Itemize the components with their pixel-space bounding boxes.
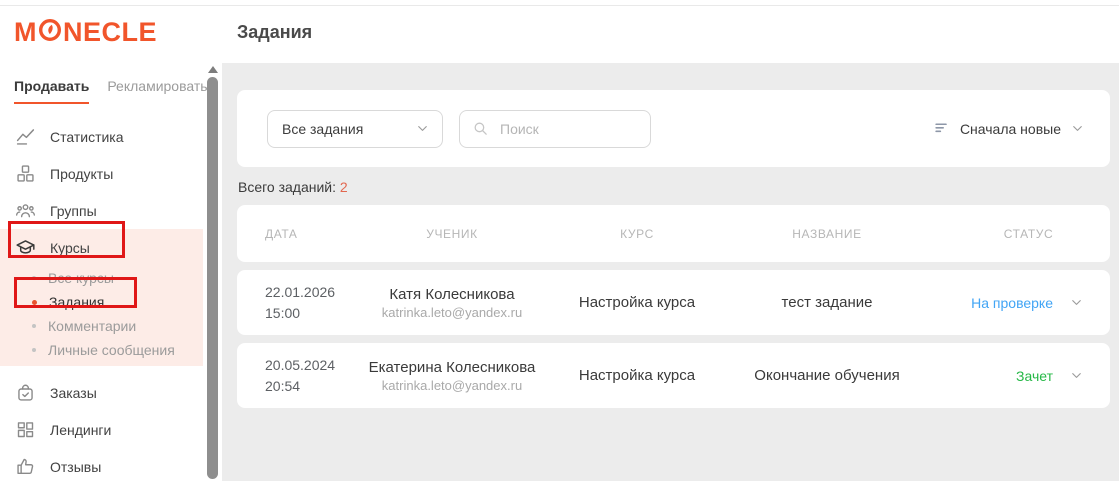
scrollbar-thumb[interactable] bbox=[207, 77, 218, 479]
cell-course: Настройка курса bbox=[537, 294, 737, 311]
cell-student: Екатерина Колесникова katrinka.leto@yand… bbox=[367, 359, 537, 393]
logo-text-right: NECLE bbox=[63, 19, 157, 46]
logo-text-left: M bbox=[14, 19, 37, 46]
column-header-course: КУРС bbox=[537, 227, 737, 241]
column-header-status: СТАТУС bbox=[917, 227, 1110, 241]
search-box bbox=[459, 110, 651, 148]
task-type-dropdown[interactable]: Все задания bbox=[267, 110, 443, 148]
leaf-circle-icon bbox=[37, 18, 63, 47]
subitem-label: Задания bbox=[49, 294, 104, 310]
table-header-row: ДАТА УЧЕНИК КУРС НАЗВАНИЕ СТАТУС bbox=[237, 205, 1110, 262]
products-cubes-icon bbox=[15, 163, 36, 184]
sort-lines-icon bbox=[934, 120, 951, 137]
column-header-date: ДАТА bbox=[237, 227, 367, 241]
student-name: Екатерина Колесникова bbox=[367, 359, 537, 376]
chevron-down-icon bbox=[1070, 121, 1085, 136]
sidebar-item-label: Отзывы bbox=[50, 459, 101, 475]
tab-advertise[interactable]: Рекламировать bbox=[107, 78, 207, 104]
tab-sell[interactable]: Продавать bbox=[14, 78, 89, 104]
order-bag-check-icon bbox=[15, 382, 36, 403]
thumbs-up-icon bbox=[15, 456, 36, 477]
sidebar-item-label: Заказы bbox=[50, 385, 97, 401]
sidebar-item-courses[interactable]: Курсы bbox=[0, 229, 203, 266]
sidebar-item-label: Статистика bbox=[50, 129, 124, 145]
column-header-title: НАЗВАНИЕ bbox=[737, 227, 917, 241]
sidebar-item-products[interactable]: Продукты bbox=[0, 155, 203, 192]
table-row[interactable]: 22.01.2026 15:00 Катя Колесникова katrin… bbox=[237, 270, 1110, 335]
sort-dropdown[interactable]: Сначала новые bbox=[934, 120, 1085, 137]
cell-course: Настройка курса bbox=[537, 367, 737, 384]
student-name: Катя Колесникова bbox=[367, 286, 537, 303]
sidebar-item-label: Лендинги bbox=[50, 422, 111, 438]
cell-title: тест задание bbox=[737, 294, 917, 311]
student-email: katrinka.leto@yandex.ru bbox=[367, 305, 537, 320]
people-group-icon bbox=[15, 200, 36, 221]
sidebar-subitem-tasks[interactable]: Задания bbox=[0, 290, 203, 314]
bullet-icon bbox=[32, 348, 36, 352]
tasks-total: Всего заданий: 2 bbox=[238, 179, 1110, 195]
date-value: 22.01.2026 bbox=[265, 282, 367, 302]
subitem-label: Комментарии bbox=[48, 318, 136, 334]
search-icon bbox=[472, 120, 489, 137]
time-value: 20:54 bbox=[265, 376, 367, 396]
subitem-label: Личные сообщения bbox=[48, 342, 175, 358]
sidebar-item-orders[interactable]: Заказы bbox=[0, 374, 203, 411]
chevron-down-icon bbox=[415, 121, 430, 136]
sidebar-item-statistics[interactable]: Статистика bbox=[0, 118, 203, 155]
chevron-down-icon[interactable] bbox=[1069, 295, 1084, 310]
sidebar-item-label: Продукты bbox=[50, 166, 113, 182]
search-input[interactable] bbox=[498, 120, 638, 138]
page-title: Задания bbox=[222, 6, 1119, 43]
content-area: Все задания Сначала новые Всего заданий:… bbox=[222, 63, 1119, 481]
cell-student: Катя Колесникова katrinka.leto@yandex.ru bbox=[367, 286, 537, 320]
chevron-down-icon[interactable] bbox=[1069, 368, 1084, 383]
status-dropdown[interactable]: Зачет bbox=[917, 368, 1110, 384]
time-value: 15:00 bbox=[265, 303, 367, 323]
task-type-value: Все задания bbox=[282, 121, 363, 137]
sidebar-item-landings[interactable]: Лендинги bbox=[0, 411, 203, 448]
sidebar-item-groups[interactable]: Группы bbox=[0, 192, 203, 229]
student-email: katrinka.leto@yandex.ru bbox=[367, 378, 537, 393]
main-area: Задания Все задания Сначала новые Всего … bbox=[222, 6, 1119, 481]
sidebar-mode-tabs: Продавать Рекламировать bbox=[14, 78, 208, 104]
sidebar-subitem-all-courses[interactable]: Все курсы bbox=[0, 266, 203, 290]
sidebar-item-label: Курсы bbox=[50, 240, 90, 256]
cell-date: 22.01.2026 15:00 bbox=[237, 282, 367, 323]
sidebar-nav: Статистика Продукты Группы Курсы Все кур… bbox=[0, 118, 203, 485]
tasks-total-count: 2 bbox=[340, 179, 348, 195]
sidebar-scrollbar[interactable] bbox=[205, 65, 220, 481]
status-value[interactable]: На проверке bbox=[971, 295, 1053, 311]
brand-logo[interactable]: M NECLE bbox=[14, 18, 157, 47]
date-value: 20.05.2024 bbox=[265, 355, 367, 375]
cell-title: Окончание обучения bbox=[737, 367, 917, 384]
tasks-total-label: Всего заданий: bbox=[238, 179, 336, 195]
column-header-student: УЧЕНИК bbox=[367, 227, 537, 241]
bullet-icon bbox=[32, 324, 36, 328]
courses-section: Курсы Все курсы Задания Комментарии Личн… bbox=[0, 229, 203, 366]
bullet-icon bbox=[32, 300, 37, 305]
status-value[interactable]: Зачет bbox=[1016, 368, 1053, 384]
filter-bar: Все задания Сначала новые bbox=[237, 90, 1110, 167]
scroll-up-arrow-icon[interactable] bbox=[208, 66, 218, 73]
layout-blocks-icon bbox=[15, 419, 36, 440]
sidebar-subitem-comments[interactable]: Комментарии bbox=[0, 314, 203, 338]
sidebar: M NECLE Продавать Рекламировать Статисти… bbox=[0, 6, 222, 481]
sidebar-item-reviews[interactable]: Отзывы bbox=[0, 448, 203, 485]
subitem-label: Все курсы bbox=[48, 270, 114, 286]
sort-value: Сначала новые bbox=[960, 121, 1061, 137]
bullet-icon bbox=[32, 276, 36, 280]
status-dropdown[interactable]: На проверке bbox=[917, 295, 1110, 311]
graduation-cap-icon bbox=[15, 237, 36, 258]
chart-line-icon bbox=[15, 126, 36, 147]
sidebar-item-label: Группы bbox=[50, 203, 97, 219]
sidebar-subitem-private-messages[interactable]: Личные сообщения bbox=[0, 338, 203, 362]
table-row[interactable]: 20.05.2024 20:54 Екатерина Колесникова k… bbox=[237, 343, 1110, 408]
cell-date: 20.05.2024 20:54 bbox=[237, 355, 367, 396]
